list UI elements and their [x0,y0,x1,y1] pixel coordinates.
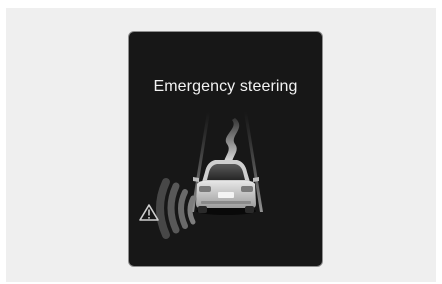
emergency-steering-scene [139,112,263,239]
side-sensor-wave-icon [156,178,196,239]
car-rear-view-icon [193,160,259,215]
s-curve-path-icon [224,118,240,166]
warning-triangle-icon [139,204,159,221]
instrument-cluster-display: Emergency steering [128,31,323,267]
